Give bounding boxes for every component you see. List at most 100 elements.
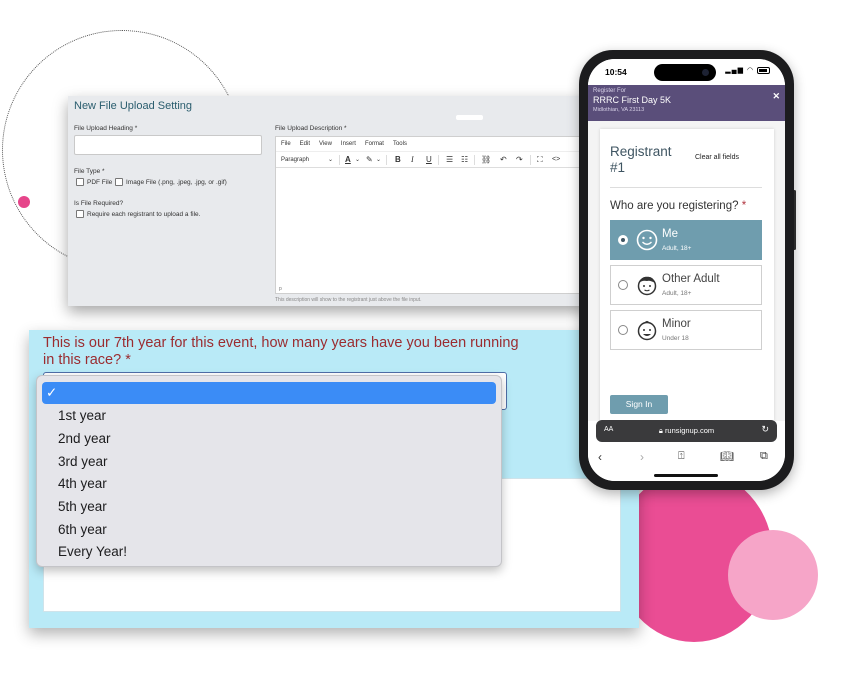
registrant-form: Registrant #1 Clear all fields Who are y… — [600, 129, 774, 421]
bullet-list-icon[interactable]: ☰ — [446, 154, 453, 166]
home-indicator — [654, 474, 718, 477]
menu-edit[interactable]: Edit — [300, 141, 310, 147]
numbered-list-icon[interactable]: ☷ — [461, 154, 468, 166]
child-face-icon — [637, 320, 657, 341]
editor-toolbar: Paragraph ⌄ A ⌄ ✎ ⌄ B I U ☰ ☷ ⛓ ↶ ↷ ⛶ <> — [276, 152, 587, 168]
toolbar-divider — [339, 155, 340, 165]
dropdown-option-2nd-year[interactable]: 2nd year — [42, 428, 496, 450]
redo-icon[interactable]: ↷ — [516, 154, 523, 166]
back-icon[interactable]: ‹ — [598, 450, 602, 464]
image-file-checkbox[interactable] — [115, 178, 123, 186]
radio-button[interactable] — [618, 280, 628, 290]
status-bar: 10:54 ▂▄▆ ◠ — [588, 59, 785, 85]
menu-insert[interactable]: Insert — [341, 141, 356, 147]
dropdown-option-every-year[interactable]: Every Year! — [42, 541, 496, 563]
sign-in-button[interactable]: Sign In — [610, 395, 668, 414]
signal-icon: ▂▄▆ — [725, 67, 744, 74]
camera-icon — [702, 69, 709, 76]
menu-file[interactable]: File — [281, 141, 291, 147]
file-upload-heading-input[interactable] — [74, 135, 262, 155]
undo-icon[interactable]: ↶ — [500, 154, 507, 166]
editor-menubar: File Edit View Insert Format Tools — [276, 137, 587, 152]
menu-view[interactable]: View — [319, 141, 332, 147]
radio-button[interactable] — [618, 235, 628, 245]
menu-tools[interactable]: Tools — [393, 141, 407, 147]
option-subtext: Adult, 18+ — [662, 290, 692, 297]
registrant-option-minor[interactable]: Minor Under 18 — [610, 310, 762, 350]
registrant-option-me[interactable]: Me Adult, 18+ — [610, 220, 762, 260]
adult-face-icon — [637, 276, 657, 296]
tabs-icon[interactable]: ⧉ — [760, 450, 768, 463]
dropdown-option-3rd-year[interactable]: 3rd year — [42, 451, 496, 473]
italic-icon[interactable]: I — [411, 154, 414, 166]
url-text: 🔒︎ runsignup.com — [658, 426, 715, 435]
battery-icon — [757, 66, 770, 74]
file-upload-setting-panel: New File Upload Setting File Upload Head… — [68, 96, 588, 306]
header-register-for: Register For — [593, 88, 627, 94]
toolbar-divider — [438, 155, 439, 165]
decorative-pink-dot — [18, 196, 30, 208]
code-view-icon[interactable]: <> — [552, 154, 560, 166]
image-file-label: Image File (.png, .jpeg, .jpg, or .gif) — [126, 179, 227, 186]
paragraph-select[interactable]: Paragraph — [281, 154, 309, 166]
toolbar-divider — [474, 155, 475, 165]
forward-icon[interactable]: › — [640, 450, 644, 464]
radio-button[interactable] — [618, 325, 628, 335]
file-required-label: Is File Required? — [74, 200, 124, 207]
text-color-icon[interactable]: A — [345, 154, 351, 166]
decorative-light-pink-circle — [728, 530, 818, 620]
dropdown-option-4th-year[interactable]: 4th year — [42, 473, 496, 495]
clear-all-fields-link[interactable]: Clear all fields — [695, 154, 739, 161]
dropdown-option-6th-year[interactable]: 6th year — [42, 519, 496, 541]
divider — [610, 187, 762, 188]
panel-scroll-indicator — [456, 115, 483, 120]
panel-title: New File Upload Setting — [74, 100, 193, 112]
required-mark: * — [741, 200, 747, 212]
phone-screen: 10:54 ▂▄▆ ◠ Register For RRRC First Day … — [588, 59, 785, 481]
smiley-face-icon — [636, 229, 658, 251]
bold-icon[interactable]: B — [395, 154, 401, 166]
pdf-file-checkbox[interactable] — [76, 178, 84, 186]
menu-format[interactable]: Format — [365, 141, 384, 147]
fullscreen-icon[interactable]: ⛶ — [537, 154, 543, 166]
header-event-title: RRRC First Day 5K — [593, 95, 672, 105]
registrant-option-other-adult[interactable]: Other Adult Adult, 18+ — [610, 265, 762, 305]
toolbar-divider — [386, 155, 387, 165]
years-dropdown-list: ✓ 1st year 2nd year 3rd year 4th year 5t… — [36, 375, 502, 567]
option-subtext: Adult, 18+ — [662, 245, 692, 252]
file-type-label: File Type * — [74, 168, 105, 175]
dropdown-option-blank[interactable]: ✓ — [42, 382, 496, 404]
dropdown-option-1st-year[interactable]: 1st year — [42, 405, 496, 427]
dynamic-island — [654, 64, 716, 81]
editor-status-path: p — [279, 286, 282, 292]
safari-toolbar: ‹ › ⍐ 📖︎ ⧉ — [588, 442, 785, 481]
checkmark-icon: ✓ — [46, 385, 58, 400]
phone-mockup: 10:54 ▂▄▆ ◠ Register For RRRC First Day … — [579, 50, 794, 490]
description-hint: This description will show to the regist… — [275, 297, 422, 303]
reload-icon[interactable]: ↻ — [761, 424, 769, 435]
option-name: Other Adult — [662, 273, 720, 285]
close-icon[interactable]: ✕ — [772, 91, 780, 102]
status-icons: ▂▄▆ ◠ — [725, 66, 770, 74]
safari-address-bar[interactable]: AA 🔒︎ runsignup.com ↻ — [596, 420, 777, 442]
lock-icon: 🔒︎ — [658, 426, 663, 435]
bookmarks-icon[interactable]: 📖︎ — [720, 450, 734, 463]
app-content: Registrant #1 Clear all fields Who are y… — [588, 121, 785, 421]
option-subtext: Under 18 — [662, 335, 689, 342]
pdf-file-label: PDF File — [87, 179, 113, 186]
dropdown-option-5th-year[interactable]: 5th year — [42, 496, 496, 518]
underline-icon[interactable]: U — [426, 154, 432, 166]
app-header: Register For RRRC First Day 5K Midlothia… — [588, 85, 785, 121]
highlight-icon[interactable]: ✎ — [366, 154, 373, 166]
rich-text-editor[interactable]: File Edit View Insert Format Tools Parag… — [275, 136, 588, 294]
toolbar-divider — [530, 155, 531, 165]
link-icon[interactable]: ⛓ — [481, 154, 491, 166]
require-each-label: Require each registrant to upload a file… — [87, 211, 201, 218]
chevron-down-icon: ⌄ — [355, 157, 361, 163]
header-location: Midlothian, VA 23113 — [593, 107, 645, 113]
require-each-checkbox[interactable] — [76, 210, 84, 218]
share-icon[interactable]: ⍐ — [678, 450, 685, 463]
chevron-down-icon: ⌄ — [376, 157, 382, 163]
option-name: Me — [662, 228, 678, 240]
heading-label: File Upload Heading * — [74, 125, 138, 132]
